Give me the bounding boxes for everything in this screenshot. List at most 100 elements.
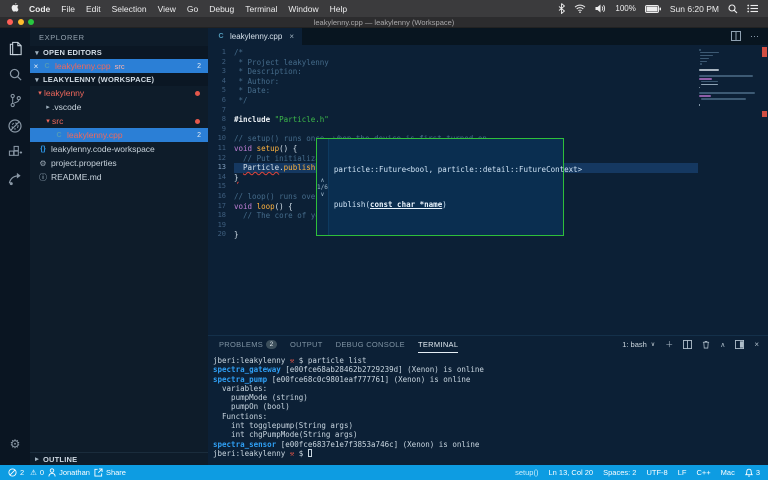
traffic-zoom-button[interactable] [28, 19, 34, 25]
search-icon[interactable] [4, 61, 26, 87]
notifications-bell[interactable]: 3 [745, 468, 760, 477]
menu-terminal[interactable]: Terminal [245, 4, 277, 14]
battery-percent: 100% [615, 4, 635, 13]
split-editor-icon[interactable] [731, 28, 741, 46]
json-file-icon: {} [38, 146, 48, 153]
tree-folder-leakylenny[interactable]: ▾ leakylenny [30, 86, 208, 100]
explorer-sidebar: EXPLORER ▾ OPEN EDITORS × C leakylenny.c… [30, 28, 208, 465]
volume-icon[interactable] [595, 4, 606, 13]
close-icon[interactable]: × [30, 62, 42, 71]
code-line-7[interactable]: 7 [208, 106, 768, 116]
tab-leakylenny-cpp[interactable]: C leakylenny.cpp × [208, 28, 302, 45]
menubar-clock[interactable]: Sun 6:20 PM [670, 4, 719, 14]
outline-section-header[interactable]: ▸ OUTLINE [30, 452, 208, 465]
code-line-9[interactable]: 9 [208, 125, 768, 135]
traffic-minimize-button[interactable] [18, 19, 24, 25]
screen: Code File Edit Selection View Go Debug Terminal… [0, 0, 768, 480]
new-terminal-icon[interactable]: ＋ [665, 339, 673, 350]
modified-dot-badge [195, 119, 200, 124]
cpp-file-icon: C [42, 63, 52, 70]
workspace-header[interactable]: ▾ LEAKYLENNY (WORKSPACE) [30, 73, 208, 86]
tab-output[interactable]: OUTPUT [290, 336, 323, 353]
status-bar: 2 ⚠ 0 Jonathan Share setup() Ln 13, Col 2… [0, 465, 768, 480]
share-button[interactable]: Share [94, 468, 126, 477]
terminal-line: spectra_pump [e00fce68c0c9801eaf777761] … [213, 375, 768, 384]
tab-close-icon[interactable]: × [289, 32, 294, 41]
code-line-5[interactable]: 5 * Date: [208, 86, 768, 96]
status-item-ln-13-col-20[interactable]: Ln 13, Col 20 [548, 468, 593, 477]
cpp-file-icon: C [54, 132, 64, 139]
signature-next-icon[interactable]: ∨ [321, 191, 325, 198]
code-line-2[interactable]: 2 * Project leakylenny [208, 58, 768, 68]
tree-file-readme[interactable]: ⓘ README.md [30, 170, 208, 184]
particle-publish-icon[interactable] [4, 165, 26, 191]
panel-layout-icon[interactable] [735, 340, 744, 349]
status-item-lf[interactable]: LF [678, 468, 687, 477]
terminal-line: jberi:leakylenny ⚒ $ particle list [213, 356, 768, 365]
info-file-icon: ⓘ [38, 172, 48, 183]
menu-edit[interactable]: Edit [86, 4, 101, 14]
open-editor-item-leakylenny-cpp[interactable]: × C leakylenny.cpp src 2 [30, 59, 208, 73]
kill-terminal-icon[interactable] [702, 340, 710, 349]
spotlight-search-icon[interactable] [728, 4, 738, 14]
problems-status[interactable]: 2 ⚠ 0 [8, 468, 44, 477]
code-line-3[interactable]: 3 * Description: [208, 67, 768, 77]
menu-selection[interactable]: Selection [112, 4, 147, 14]
tab-debug-console[interactable]: DEBUG CONSOLE [336, 336, 405, 353]
menu-code[interactable]: Code [29, 4, 50, 14]
modified-dot-badge [195, 91, 200, 96]
code-line-4[interactable]: 4 * Author: [208, 77, 768, 87]
minimap[interactable] [699, 49, 759, 107]
code-line-8[interactable]: 8#include "Particle.h" [208, 115, 768, 125]
maximize-panel-icon[interactable]: ∧ [720, 341, 725, 349]
menu-go[interactable]: Go [187, 4, 198, 14]
terminal-output[interactable]: jberi:leakylenny ⚒ $ particle list spectr… [208, 353, 768, 465]
close-panel-icon[interactable]: × [754, 340, 759, 349]
status-item-mac[interactable]: Mac [721, 468, 735, 477]
menu-file[interactable]: File [61, 4, 75, 14]
settings-gear-icon[interactable]: ⚙ [10, 437, 21, 451]
bluetooth-icon[interactable] [558, 3, 565, 14]
code-line-1[interactable]: 1/* [208, 48, 768, 58]
cpp-file-icon: C [216, 33, 226, 40]
code-line-6[interactable]: 6 */ [208, 96, 768, 106]
signature-prev-icon[interactable]: ∧ [321, 177, 325, 184]
status-item-setup-[interactable]: setup() [515, 468, 538, 477]
status-item-c-[interactable]: C++ [696, 468, 710, 477]
tab-problems[interactable]: PROBLEMS 2 [219, 336, 277, 353]
code-editor[interactable]: 1/*2 * Project leakylenny3 * Description… [208, 45, 768, 335]
terminal-line: int chgPumpMode(String args) [213, 430, 768, 439]
split-terminal-icon[interactable] [683, 340, 692, 349]
notification-center-icon[interactable] [747, 4, 758, 13]
terminal-shell-select[interactable]: 1: bash ∨ [622, 340, 655, 349]
menu-help[interactable]: Help [330, 4, 347, 14]
wifi-icon[interactable] [574, 4, 586, 13]
extensions-icon[interactable] [4, 139, 26, 165]
terminal-line: pumpMode (string) [213, 393, 768, 402]
status-item-spaces-2[interactable]: Spaces: 2 [603, 468, 636, 477]
terminal-line: jberi:leakylenny ⚒ $ [213, 449, 768, 458]
chevron-down-icon: ▾ [36, 89, 44, 97]
tree-file-leakylenny-cpp[interactable]: C leakylenny.cpp 2 [30, 128, 208, 142]
tree-folder-vscode[interactable]: ▸ .vscode [30, 100, 208, 114]
apple-menu-icon[interactable] [10, 2, 20, 15]
menu-view[interactable]: View [158, 4, 176, 14]
menu-debug[interactable]: Debug [209, 4, 234, 14]
menu-window[interactable]: Window [288, 4, 318, 14]
traffic-close-button[interactable] [7, 19, 13, 25]
editor-group: C leakylenny.cpp × ⋯ 1/*2 * Project leak… [208, 28, 768, 465]
status-item-utf-8[interactable]: UTF-8 [646, 468, 667, 477]
debug-icon[interactable] [4, 113, 26, 139]
tree-folder-src[interactable]: ▾ src [30, 114, 208, 128]
more-actions-icon[interactable]: ⋯ [750, 31, 759, 42]
source-control-icon[interactable] [4, 87, 26, 113]
tree-file-code-workspace[interactable]: {} leakylenny.code-workspace [30, 142, 208, 156]
open-editors-header[interactable]: ▾ OPEN EDITORS [30, 46, 208, 59]
signature-counter: 1/6 [317, 184, 328, 191]
liveshare-user[interactable]: Jonathan [48, 468, 90, 477]
tree-file-project-properties[interactable]: ⚙ project.properties [30, 156, 208, 170]
terminal-line: Functions: [213, 412, 768, 421]
explorer-icon[interactable] [4, 35, 26, 61]
overview-ruler[interactable] [760, 45, 768, 335]
tab-terminal[interactable]: TERMINAL [418, 336, 458, 353]
